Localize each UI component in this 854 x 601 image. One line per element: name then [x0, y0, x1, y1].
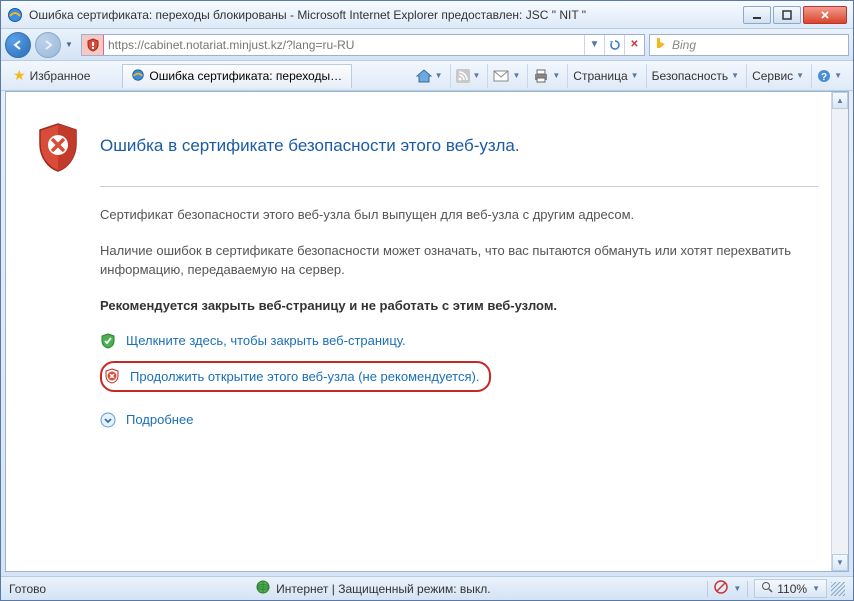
cert-text-address: Сертификат безопасности этого веб-узла б… [100, 205, 818, 225]
nav-history-dropdown[interactable]: ▼ [65, 40, 77, 49]
titlebar: Ошибка сертификата: переходы блокированы… [1, 1, 853, 29]
status-zone: Интернет | Защищенный режим: выкл. [276, 582, 491, 596]
stop-button[interactable]: ✕ [624, 35, 644, 55]
help-button[interactable]: ? ▼ [811, 64, 847, 88]
globe-icon [256, 580, 270, 597]
continue-annotation: Продолжить открытие этого веб-узла (не р… [100, 361, 491, 393]
zone-dropdown[interactable]: ▼ [733, 584, 741, 593]
cert-recommendation: Рекомендуется закрыть веб-страницу и не … [100, 296, 818, 316]
url-text: https://cabinet.notariat.minjust.kz/?lan… [104, 38, 584, 52]
maximize-button[interactable] [773, 6, 801, 24]
feeds-button[interactable]: ▼ [450, 64, 486, 88]
zoom-icon [761, 581, 773, 596]
refresh-button[interactable] [604, 35, 624, 55]
resize-grip[interactable] [831, 582, 845, 596]
close-page-link[interactable]: Щелкните здесь, чтобы закрыть веб-страни… [126, 331, 406, 351]
page-menu[interactable]: Страница▼ [567, 64, 643, 88]
certificate-error-icon[interactable] [82, 35, 104, 55]
scroll-track[interactable] [832, 109, 848, 554]
expand-icon [100, 412, 116, 428]
zoom-value: 110% [777, 582, 807, 596]
favorites-button[interactable]: ★ Избранное [7, 65, 96, 86]
browser-tab[interactable]: Ошибка сертификата: переходы бл... [122, 64, 352, 88]
favorites-label: Избранное [30, 69, 91, 83]
address-bar[interactable]: https://cabinet.notariat.minjust.kz/?lan… [81, 34, 645, 56]
scroll-down-button[interactable]: ▼ [832, 554, 848, 571]
forward-button[interactable] [35, 32, 61, 58]
search-box[interactable]: Bing [649, 34, 849, 56]
home-button[interactable]: ▼ [411, 64, 448, 88]
command-bar: ★ Избранное Ошибка сертификата: переходы… [1, 61, 853, 91]
address-dropdown[interactable]: ▼ [584, 35, 604, 55]
security-menu[interactable]: Безопасность▼ [646, 64, 744, 88]
protected-mode-icon[interactable] [714, 580, 728, 597]
svg-text:?: ? [821, 72, 827, 83]
bing-icon [654, 36, 668, 53]
shield-warn-icon [104, 368, 120, 384]
cert-error-heading: Ошибка в сертификате безопасности этого … [100, 122, 520, 156]
more-info-link[interactable]: Подробнее [126, 410, 193, 430]
scroll-up-button[interactable]: ▲ [832, 92, 848, 109]
status-ready: Готово [9, 582, 46, 596]
minimize-button[interactable] [743, 6, 771, 24]
window-title: Ошибка сертификата: переходы блокированы… [29, 8, 743, 22]
close-button[interactable] [803, 6, 847, 24]
continue-link[interactable]: Продолжить открытие этого веб-узла (не р… [130, 367, 479, 387]
mail-button[interactable]: ▼ [487, 64, 525, 88]
navigation-bar: ▼ https://cabinet.notariat.minjust.kz/?l… [1, 29, 853, 61]
zoom-control[interactable]: 110% ▼ [754, 579, 827, 598]
tab-ie-icon [131, 68, 145, 85]
ie-icon [7, 7, 23, 23]
search-placeholder: Bing [672, 38, 696, 52]
content-area: Ошибка в сертификате безопасности этого … [5, 91, 849, 572]
star-icon: ★ [13, 67, 26, 84]
browser-window: Ошибка сертификата: переходы блокированы… [0, 0, 854, 601]
status-bar: Готово Интернет | Защищенный режим: выкл… [1, 576, 853, 600]
tools-menu[interactable]: Сервис▼ [746, 64, 809, 88]
back-button[interactable] [5, 32, 31, 58]
cert-text-warning: Наличие ошибок в сертификате безопасност… [100, 241, 818, 280]
tab-title: Ошибка сертификата: переходы бл... [149, 69, 343, 83]
shield-error-icon [36, 122, 80, 172]
print-button[interactable]: ▼ [527, 64, 565, 88]
vertical-scrollbar[interactable]: ▲ ▼ [831, 92, 848, 571]
shield-ok-icon [100, 333, 116, 349]
